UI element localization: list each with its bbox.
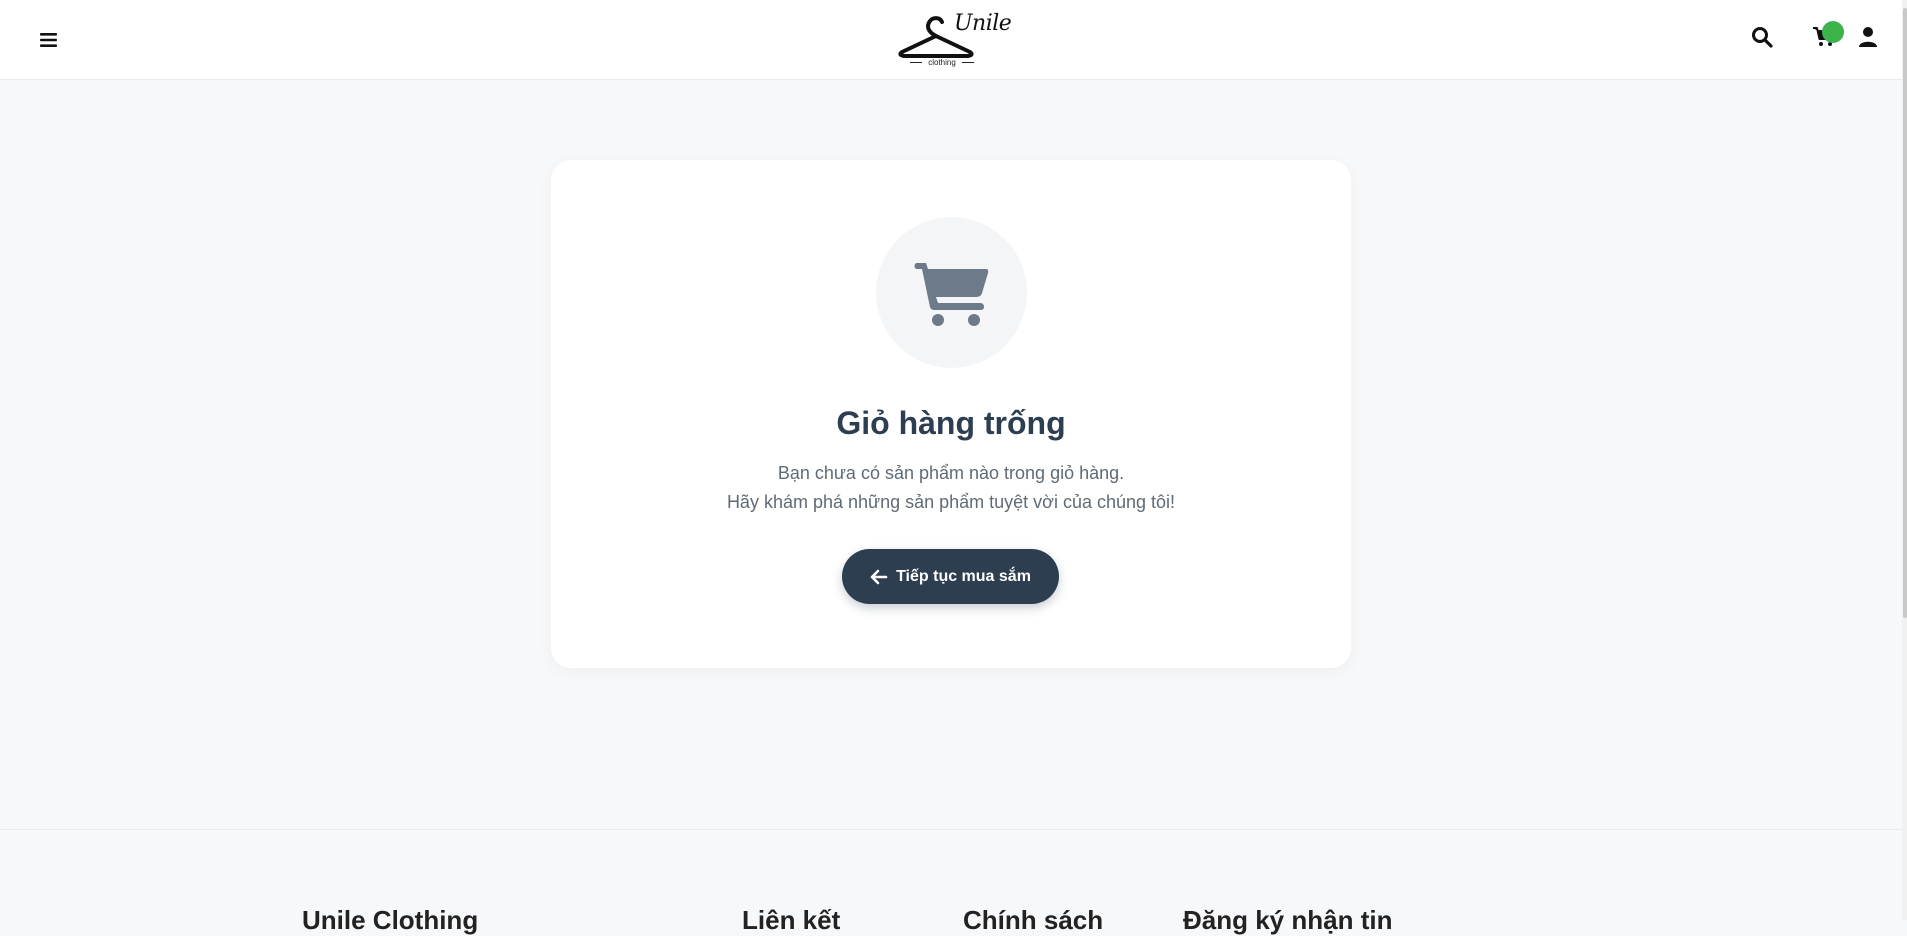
logo-tagline: clothing xyxy=(906,58,978,67)
footer-divider xyxy=(0,829,1902,830)
empty-cart-card: Giỏ hàng trống Bạn chưa có sản phẩm nào … xyxy=(551,160,1351,668)
logo-tagline-text: clothing xyxy=(928,58,956,67)
user-icon[interactable] xyxy=(1858,26,1880,50)
arrow-left-icon xyxy=(870,569,888,584)
footer-heading-newsletter: Đăng ký nhận tin xyxy=(1183,905,1393,935)
empty-cart-message: Bạn chưa có sản phẩm nào trong giỏ hàng. xyxy=(777,463,1125,483)
footer-heading-policy: Chính sách xyxy=(963,905,1104,935)
hamburger-menu-icon[interactable] xyxy=(37,30,61,50)
empty-cart-title: Giỏ hàng trống xyxy=(836,405,1066,441)
footer-heading-brand: Unile Clothing xyxy=(302,905,479,935)
empty-cart-illustration xyxy=(876,217,1027,368)
cart-badge xyxy=(1822,21,1844,43)
continue-shopping-button[interactable]: Tiếp tục mua sắm xyxy=(842,549,1059,604)
footer-heading-links: Liên kết xyxy=(742,905,841,935)
search-icon[interactable] xyxy=(1751,26,1775,50)
logo-wordmark: Unile xyxy=(954,11,1012,36)
site-logo[interactable]: Unile clothing xyxy=(896,8,1012,70)
cart-icon xyxy=(914,263,989,326)
site-header: Unile clothing xyxy=(0,0,1907,80)
page-scrollbar-thumb[interactable] xyxy=(1903,8,1907,618)
continue-shopping-label: Tiếp tục mua sắm xyxy=(896,567,1031,585)
empty-cart-submessage: Hãy khám phá những sản phẩm tuyệt vời củ… xyxy=(726,492,1176,512)
